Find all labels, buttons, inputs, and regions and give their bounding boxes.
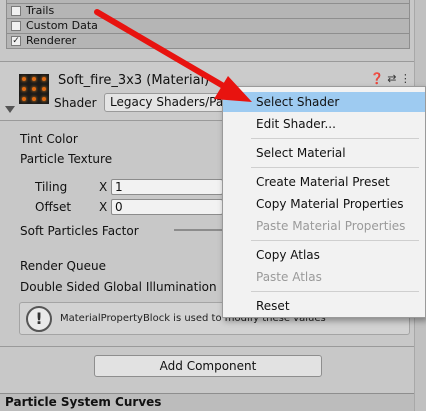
annotation-arrow — [94, 9, 252, 102]
